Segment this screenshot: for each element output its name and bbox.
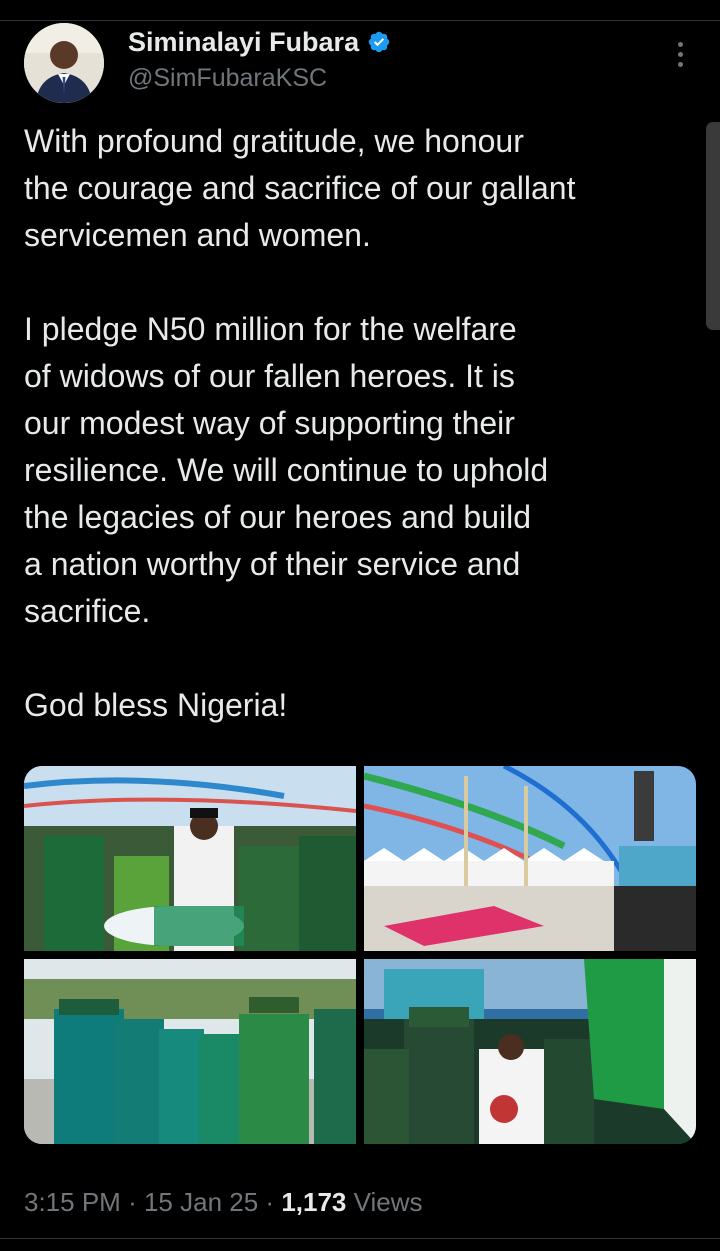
- tweet-meta: 3:15 PM · 15 Jan 25 · 1,173 Views: [24, 1184, 423, 1220]
- media-grid: [24, 766, 696, 1144]
- author-display-name[interactable]: Siminalayi Fubara: [128, 26, 359, 58]
- meta-separator: ·: [128, 1187, 137, 1217]
- author-handle[interactable]: @SimFubaraKSC: [128, 62, 327, 94]
- top-divider: [0, 20, 720, 21]
- tweet-paragraph-3: God bless Nigeria!: [24, 687, 288, 723]
- tweet-date[interactable]: 15 Jan 25: [144, 1187, 258, 1217]
- scrollbar-thumb[interactable]: [706, 122, 720, 330]
- more-dot-icon: [677, 61, 683, 67]
- photo-officers-in-green-uniforms[interactable]: [24, 959, 356, 1144]
- tweet-time[interactable]: 3:15 PM: [24, 1187, 121, 1217]
- more-dot-icon: [677, 51, 683, 57]
- photo-governor-inspecting-guard[interactable]: [364, 959, 696, 1144]
- more-options-button[interactable]: [666, 40, 694, 68]
- views-count: 1,173: [281, 1187, 347, 1217]
- author-avatar[interactable]: [24, 23, 104, 103]
- views-label: Views: [353, 1187, 423, 1217]
- meta-separator: ·: [265, 1187, 275, 1217]
- photo-governor-releasing-doves[interactable]: [24, 766, 356, 951]
- tweet-paragraph-2: I pledge N50 million for the welfare of …: [24, 311, 549, 629]
- author-name-row: Siminalayi Fubara: [128, 26, 391, 58]
- photo-parade-ground-tents[interactable]: [364, 766, 696, 951]
- bottom-divider: [0, 1238, 720, 1239]
- more-dot-icon: [677, 41, 683, 47]
- verified-badge-icon: [368, 31, 390, 53]
- tweet-text: With profound gratitude, we honour the c…: [24, 118, 684, 729]
- tweet-paragraph-1: With profound gratitude, we honour the c…: [24, 123, 576, 253]
